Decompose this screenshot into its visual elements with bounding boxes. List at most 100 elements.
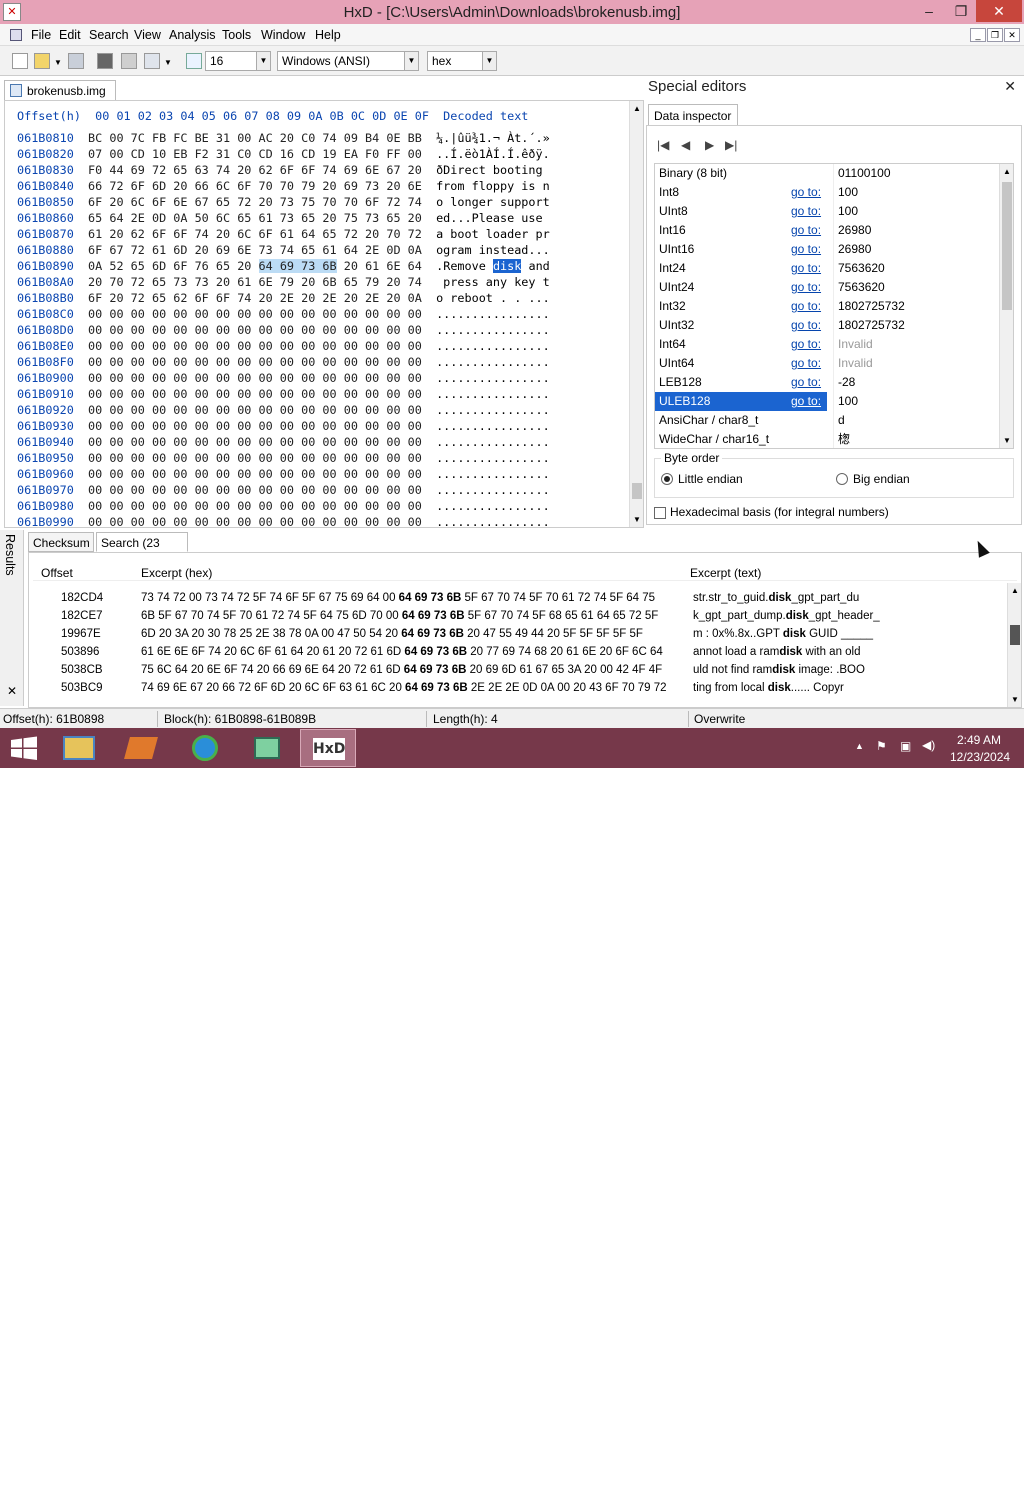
inspector-row[interactable]: Int16 go to: 26980 — [655, 221, 1001, 240]
scrollbar-thumb[interactable] — [632, 483, 642, 499]
inspector-table[interactable]: ▲ ▼ Binary (8 bit) 01100100 Int8 go to: 100 U… — [654, 163, 1014, 449]
row-hex-bytes[interactable]: 00 00 00 00 00 00 00 00 00 00 00 00 00 0… — [88, 499, 422, 513]
row-decoded-text[interactable]: ................ — [436, 323, 550, 337]
close-button[interactable]: ✕ — [976, 0, 1022, 22]
row-hex-bytes[interactable]: 07 00 CD 10 EB F2 31 C0 CD 16 CD 19 EA F… — [88, 147, 422, 161]
inspector-value[interactable]: Invalid — [833, 354, 999, 373]
row-decoded-text[interactable]: ed...Please use — [436, 211, 550, 225]
menu-search[interactable]: Search — [89, 28, 129, 42]
goto-link[interactable]: go to: — [791, 278, 821, 297]
row-decoded-text[interactable]: ................ — [436, 435, 550, 449]
inspector-value[interactable]: Invalid — [833, 335, 999, 354]
inspector-value[interactable]: 100 — [833, 392, 999, 411]
hex-row[interactable]: 061B08D0 00 00 00 00 00 00 00 00 00 00 0… — [17, 322, 550, 338]
app-task[interactable] — [113, 729, 169, 767]
row-decoded-text[interactable]: ¼.|ûü¾1.¬ Àt.´.» — [436, 131, 550, 145]
row-hex-bytes[interactable]: 65 64 2E 0D 0A 50 6C 65 61 73 65 20 75 7… — [88, 211, 422, 225]
row-decoded-text[interactable]: ................ — [436, 355, 550, 369]
row-hex-bytes[interactable]: 61 20 62 6F 6F 74 20 6C 6F 61 64 65 72 2… — [88, 227, 422, 241]
scrollbar-thumb[interactable] — [1010, 625, 1020, 645]
hex-basis-checkbox[interactable] — [654, 506, 666, 519]
network-icon[interactable]: ▣ — [900, 739, 911, 753]
goto-link[interactable]: go to: — [791, 259, 821, 278]
row-decoded-text[interactable]: ................ — [436, 307, 550, 321]
hxd-task[interactable]: HxD — [300, 729, 356, 767]
row-decoded-text[interactable]: o reboot . . ... — [436, 291, 550, 305]
little-endian-label[interactable]: Little endian — [678, 472, 743, 486]
chevron-down-icon[interactable]: ▼ — [482, 52, 496, 70]
next-icon[interactable]: ▶ — [705, 138, 714, 152]
hex-row[interactable]: 061B0820 07 00 CD 10 EB F2 31 C0 CD 16 C… — [17, 146, 550, 162]
hex-row[interactable]: 061B08F0 00 00 00 00 00 00 00 00 00 00 0… — [17, 354, 550, 370]
row-hex-bytes[interactable]: 00 00 00 00 00 00 00 00 00 00 00 00 00 0… — [88, 451, 422, 465]
restore-button[interactable]: ❐ — [946, 0, 976, 22]
row-hex-bytes[interactable]: 00 00 00 00 00 00 00 00 00 00 00 00 00 0… — [88, 403, 422, 417]
row-decoded-text[interactable]: ..Í.ëò1ÀÍ.Í.êðÿ. — [436, 147, 550, 161]
hex-row[interactable]: 061B0870 61 20 62 6F 6F 74 20 6C 6F 61 6… — [17, 226, 550, 242]
row-hex-bytes[interactable]: 00 00 00 00 00 00 00 00 00 00 00 00 00 0… — [88, 307, 422, 321]
row-hex-bytes[interactable]: 6F 20 72 65 62 6F 6F 74 20 2E 20 2E 20 2… — [88, 291, 422, 305]
charset-select[interactable]: Windows (ANSI) ▼ — [277, 51, 419, 71]
inspector-value[interactable]: 1802725732 — [833, 297, 999, 316]
chevron-down-icon[interactable]: ▼ — [404, 52, 418, 70]
row-hex-bytes[interactable]: 66 72 6F 6D 20 66 6C 6F 70 70 79 20 69 7… — [88, 179, 422, 193]
previous-icon[interactable]: ◀ — [681, 138, 690, 152]
flag-icon[interactable]: ⚑ — [876, 739, 887, 753]
goto-link[interactable]: go to: — [791, 316, 821, 335]
row-hex-bytes[interactable]: 6F 67 72 61 6D 20 69 6E 73 74 65 61 64 2… — [88, 243, 422, 257]
tab-brokenusb-img[interactable]: brokenusb.img — [4, 80, 116, 100]
row-hex-bytes[interactable]: F0 44 69 72 65 63 74 20 62 6F 6F 74 69 6… — [88, 163, 422, 177]
inspector-row[interactable]: Int32 go to: 1802725732 — [655, 297, 1001, 316]
scroll-down-icon[interactable]: ▼ — [633, 515, 641, 524]
mdi-restore-icon[interactable]: ❐ — [987, 28, 1003, 42]
inspector-row[interactable]: Int24 go to: 7563620 — [655, 259, 1001, 278]
minimize-button[interactable]: – — [914, 0, 944, 22]
mdi-minimize-icon[interactable]: _ — [970, 28, 986, 42]
tray-expand-icon[interactable]: ▲ — [855, 741, 864, 751]
row-decoded-text[interactable]: ðDirect booting — [436, 163, 550, 177]
row-hex-bytes[interactable]: 00 00 00 00 00 00 00 00 00 00 00 00 00 0… — [88, 435, 422, 449]
result-row[interactable]: 503896 61 6E 6E 6F 74 20 6C 6F 61 64 20 6… — [33, 643, 993, 661]
row-decoded-text[interactable]: o longer support — [436, 195, 550, 209]
inspector-value[interactable]: 100 — [833, 202, 999, 221]
col-excerpt-text[interactable]: Excerpt (text) — [690, 566, 761, 580]
row-hex-bytes[interactable]: 20 70 72 65 73 73 20 61 6E 79 20 6B 65 7… — [88, 275, 422, 289]
inspector-row[interactable]: UInt8 go to: 100 — [655, 202, 1001, 221]
col-offset[interactable]: Offset — [41, 566, 73, 580]
hex-row[interactable]: 061B0830 F0 44 69 72 65 63 74 20 62 6F 6… — [17, 162, 550, 178]
bytes-per-row-select[interactable]: 16 ▼ — [205, 51, 271, 71]
chevron-down-icon[interactable]: ▼ — [256, 52, 270, 70]
row-hex-bytes[interactable]: 00 00 00 00 00 00 00 00 00 00 00 00 00 0… — [88, 467, 422, 481]
menu-file[interactable]: File — [31, 28, 51, 42]
scroll-down-icon[interactable]: ▼ — [1003, 436, 1011, 445]
row-hex-bytes[interactable]: 00 00 00 00 00 00 00 00 00 00 00 00 00 0… — [88, 371, 422, 385]
row-decoded-text[interactable]: ................ — [436, 371, 550, 385]
row-decoded-text[interactable]: ................ — [436, 339, 550, 353]
inspector-value[interactable]: -28 — [833, 373, 999, 392]
row-decoded-text[interactable]: ................ — [436, 451, 550, 465]
inspector-value[interactable]: 100 — [833, 183, 999, 202]
row-decoded-text[interactable]: .Remove disk and — [436, 259, 550, 273]
selected-text[interactable]: disk — [492, 259, 522, 273]
download-manager-task[interactable] — [178, 729, 234, 767]
close-results-icon[interactable]: ✕ — [7, 684, 17, 698]
row-hex-bytes[interactable]: 00 00 00 00 00 00 00 00 00 00 00 00 00 0… — [88, 483, 422, 497]
goto-link[interactable]: go to: — [791, 373, 821, 392]
scroll-up-icon[interactable]: ▲ — [633, 104, 641, 113]
inspector-value[interactable]: 1802725732 — [833, 316, 999, 335]
row-decoded-text[interactable]: from floppy is n — [436, 179, 550, 193]
hex-row[interactable]: 061B0940 00 00 00 00 00 00 00 00 00 00 0… — [17, 434, 550, 450]
row-hex-bytes[interactable]: 6F 20 6C 6F 6E 67 65 72 20 73 75 70 70 6… — [88, 195, 422, 209]
hex-basis-label[interactable]: Hexadecimal basis (for integral numbers) — [670, 505, 889, 519]
print-icon[interactable] — [144, 53, 160, 69]
inspector-value[interactable]: 7563620 — [833, 278, 999, 297]
inspector-row[interactable]: LEB128 go to: -28 — [655, 373, 1001, 392]
inspector-row[interactable]: Int8 go to: 100 — [655, 183, 1001, 202]
row-hex-bytes[interactable]: 00 00 00 00 00 00 00 00 00 00 00 00 00 0… — [88, 387, 422, 401]
tab-data-inspector[interactable]: Data inspector — [648, 104, 738, 126]
hex-row[interactable]: 061B0850 6F 20 6C 6F 6E 67 65 72 20 73 7… — [17, 194, 550, 210]
hex-row[interactable]: 061B0910 00 00 00 00 00 00 00 00 00 00 0… — [17, 386, 550, 402]
row-decoded-text[interactable]: ................ — [436, 387, 550, 401]
goto-link[interactable]: go to: — [791, 221, 821, 240]
inspector-value[interactable]: 26980 — [833, 240, 999, 259]
